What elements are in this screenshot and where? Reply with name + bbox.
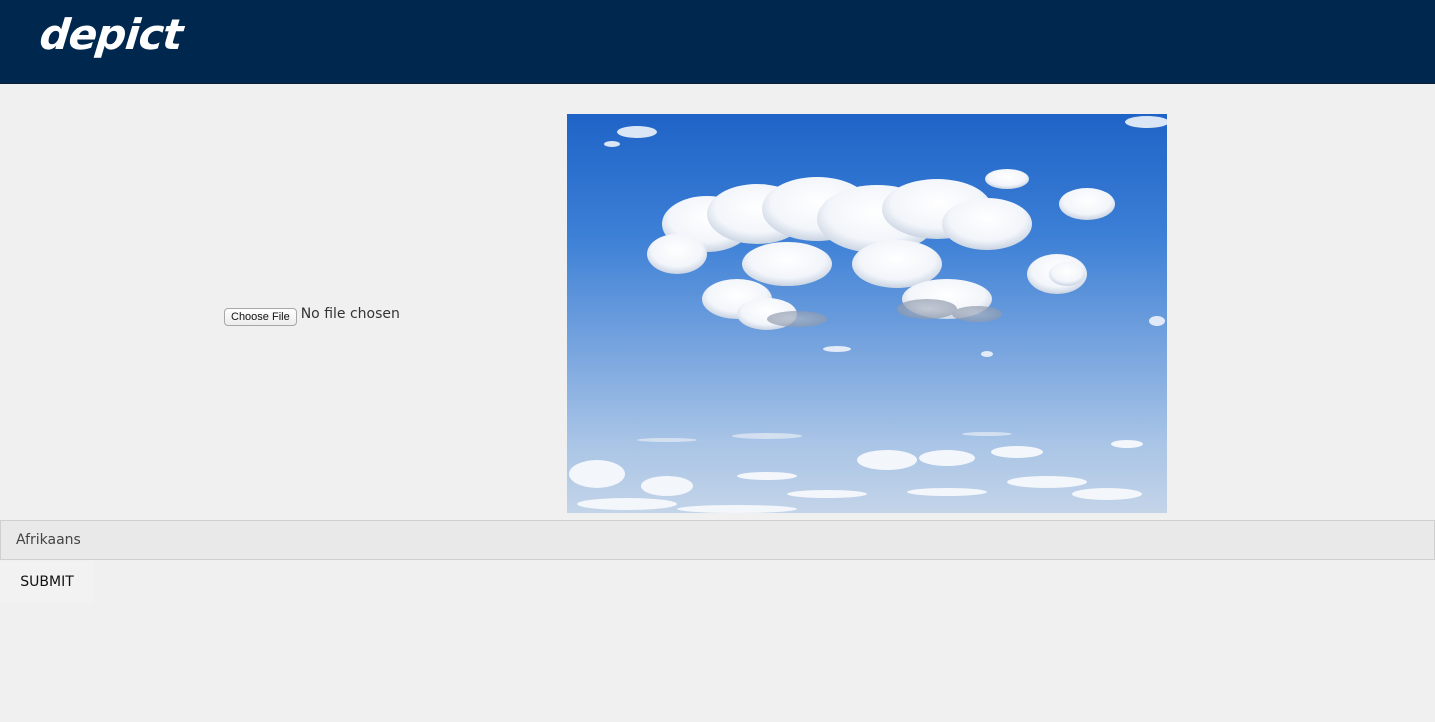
file-status-text: No file chosen <box>300 306 400 322</box>
file-upload: Choose File No file chosen <box>224 302 400 326</box>
submit-button[interactable]: SUBMIT <box>0 561 94 603</box>
sky-clouds-photo <box>569 116 1167 513</box>
top-header: depict <box>0 0 1435 84</box>
choose-file-button[interactable]: Choose File <box>224 308 297 326</box>
language-select[interactable]: Afrikaans <box>0 520 1435 560</box>
app-logo[interactable]: depict <box>37 10 184 59</box>
image-preview <box>567 114 1167 513</box>
